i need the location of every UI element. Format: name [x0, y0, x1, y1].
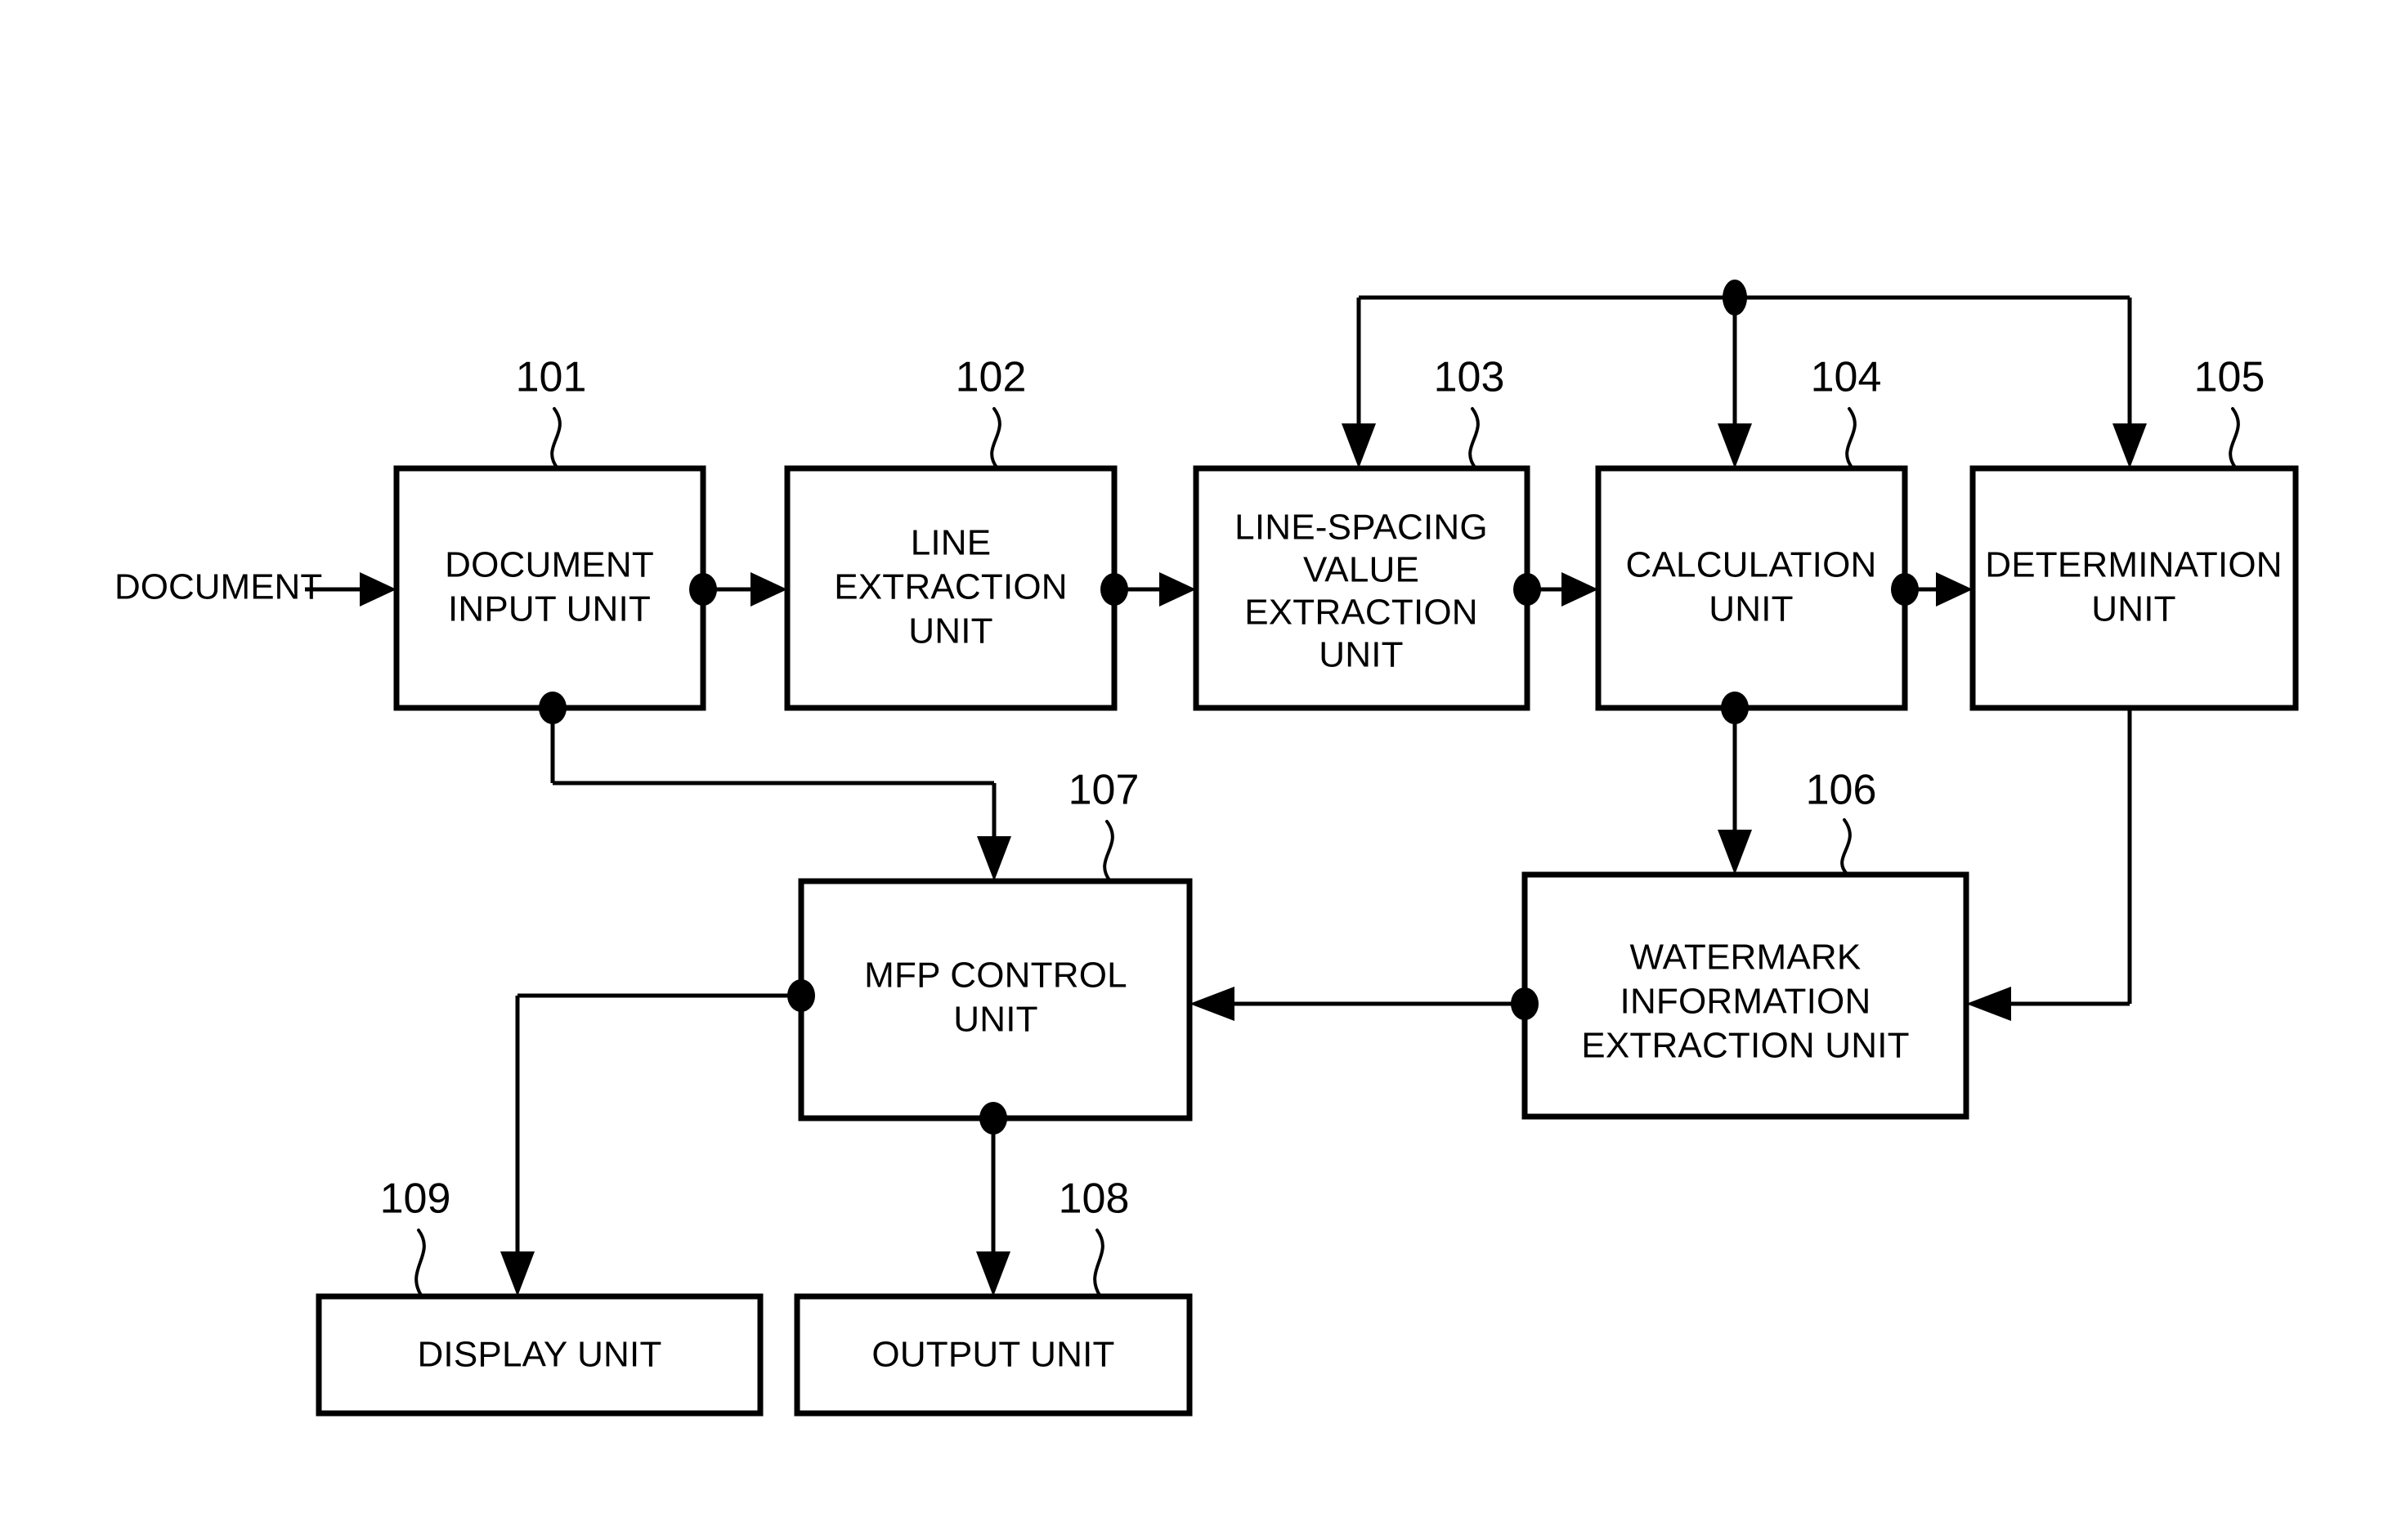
arrowhead-101-to-102 [750, 572, 787, 607]
block-102-label-line-1: LINE [911, 523, 992, 563]
io-labels-layer: DOCUMENT [114, 567, 322, 607]
junction-dot-104-bottom [1721, 692, 1749, 724]
ref-number-104: 104 [1811, 354, 1882, 401]
block-103-label-line-2: VALUE [1303, 550, 1419, 590]
junction-dot-101-right [689, 573, 717, 606]
block-106-label-line-1: WATERMARK [1630, 938, 1862, 978]
ref-number-103: 103 [1434, 354, 1505, 401]
block-105-label-line-2: UNIT [2091, 589, 2175, 629]
ref-number-102: 102 [956, 354, 1027, 401]
leader-109 [414, 1229, 426, 1298]
ref-number-105: 105 [2194, 354, 2265, 401]
block-106-label-line-3: EXTRACTION UNIT [1581, 1026, 1909, 1066]
arrowhead-106-to-107 [1190, 987, 1234, 1021]
arrowhead-feedback-to-103 [1342, 423, 1376, 468]
block-105-label-line-1: DETERMINATION [1985, 545, 2283, 585]
block-109-label: DISPLAY UNIT [417, 1335, 661, 1375]
leader-107 [1103, 820, 1114, 883]
junction-dot-feedback-bus [1723, 280, 1747, 316]
block-104-label-line-1: CALCULATION [1626, 545, 1877, 585]
arrowhead-107-to-109 [500, 1251, 535, 1296]
block-104-calculation-unit[interactable] [1595, 465, 1908, 711]
arrowhead-107-to-108 [976, 1251, 1010, 1296]
ref-number-109: 109 [380, 1175, 451, 1223]
block-107-label-line-1: MFP CONTROL [864, 956, 1127, 996]
arrowhead-feedback-to-105 [2112, 423, 2147, 468]
arrowhead-document-to-101 [360, 572, 397, 607]
ref-number-101: 101 [516, 354, 587, 401]
junction-dot-106-left [1511, 987, 1539, 1020]
ref-number-108: 108 [1059, 1175, 1130, 1223]
arrowhead-101-to-107 [977, 836, 1011, 881]
diagram-canvas: DOCUMENT INPUT UNIT LINE EXTRACTION UNIT… [114, 280, 2299, 1417]
block-diagram-figure: DOCUMENT INPUT UNIT LINE EXTRACTION UNIT… [0, 0, 2388, 1540]
block-108-label: OUTPUT UNIT [871, 1335, 1114, 1375]
block-103-label-line-1: LINE-SPACING [1234, 508, 1488, 548]
ref-number-107: 107 [1069, 767, 1140, 814]
junction-dot-103-right [1513, 573, 1541, 606]
arrowhead-feedback-to-104 [1718, 423, 1752, 468]
arrowhead-103-to-104 [1561, 572, 1598, 607]
block-104-label-line-2: UNIT [1709, 589, 1793, 629]
ref-number-106: 106 [1806, 767, 1877, 814]
block-102-label-line-2: EXTRACTION [834, 567, 1068, 607]
leader-102 [990, 407, 1001, 470]
block-102-label-line-3: UNIT [908, 611, 992, 651]
arrowhead-104-to-105 [1936, 572, 1973, 607]
junction-dot-107-bottom [979, 1102, 1007, 1135]
block-101-document-input-unit[interactable] [393, 465, 706, 711]
block-105-determination-unit[interactable] [1969, 465, 2299, 711]
leader-103 [1468, 407, 1480, 470]
leader-101 [550, 407, 562, 470]
arrowhead-104-to-106 [1718, 830, 1752, 875]
leader-104 [1845, 407, 1857, 470]
block-101-label-line-2: INPUT UNIT [448, 589, 651, 629]
block-107-label-line-2: UNIT [953, 1000, 1037, 1040]
block-106-label-line-2: INFORMATION [1620, 982, 1871, 1022]
junction-dot-107-left [787, 979, 815, 1012]
leader-105 [2229, 407, 2240, 470]
block-103-label-line-3: EXTRACTION [1244, 593, 1478, 633]
arrowhead-102-to-103 [1159, 572, 1196, 607]
leader-106 [1840, 818, 1852, 876]
junction-dot-104-right [1891, 573, 1919, 606]
block-101-label-line-1: DOCUMENT [445, 545, 654, 585]
leader-108 [1093, 1229, 1104, 1298]
junction-dot-101-bottom [539, 692, 567, 724]
block-103-label-line-4: UNIT [1319, 635, 1403, 675]
arrowhead-105-to-106 [1966, 987, 2011, 1021]
input-label-document: DOCUMENT [114, 567, 322, 607]
junction-dot-102-right [1100, 573, 1128, 606]
